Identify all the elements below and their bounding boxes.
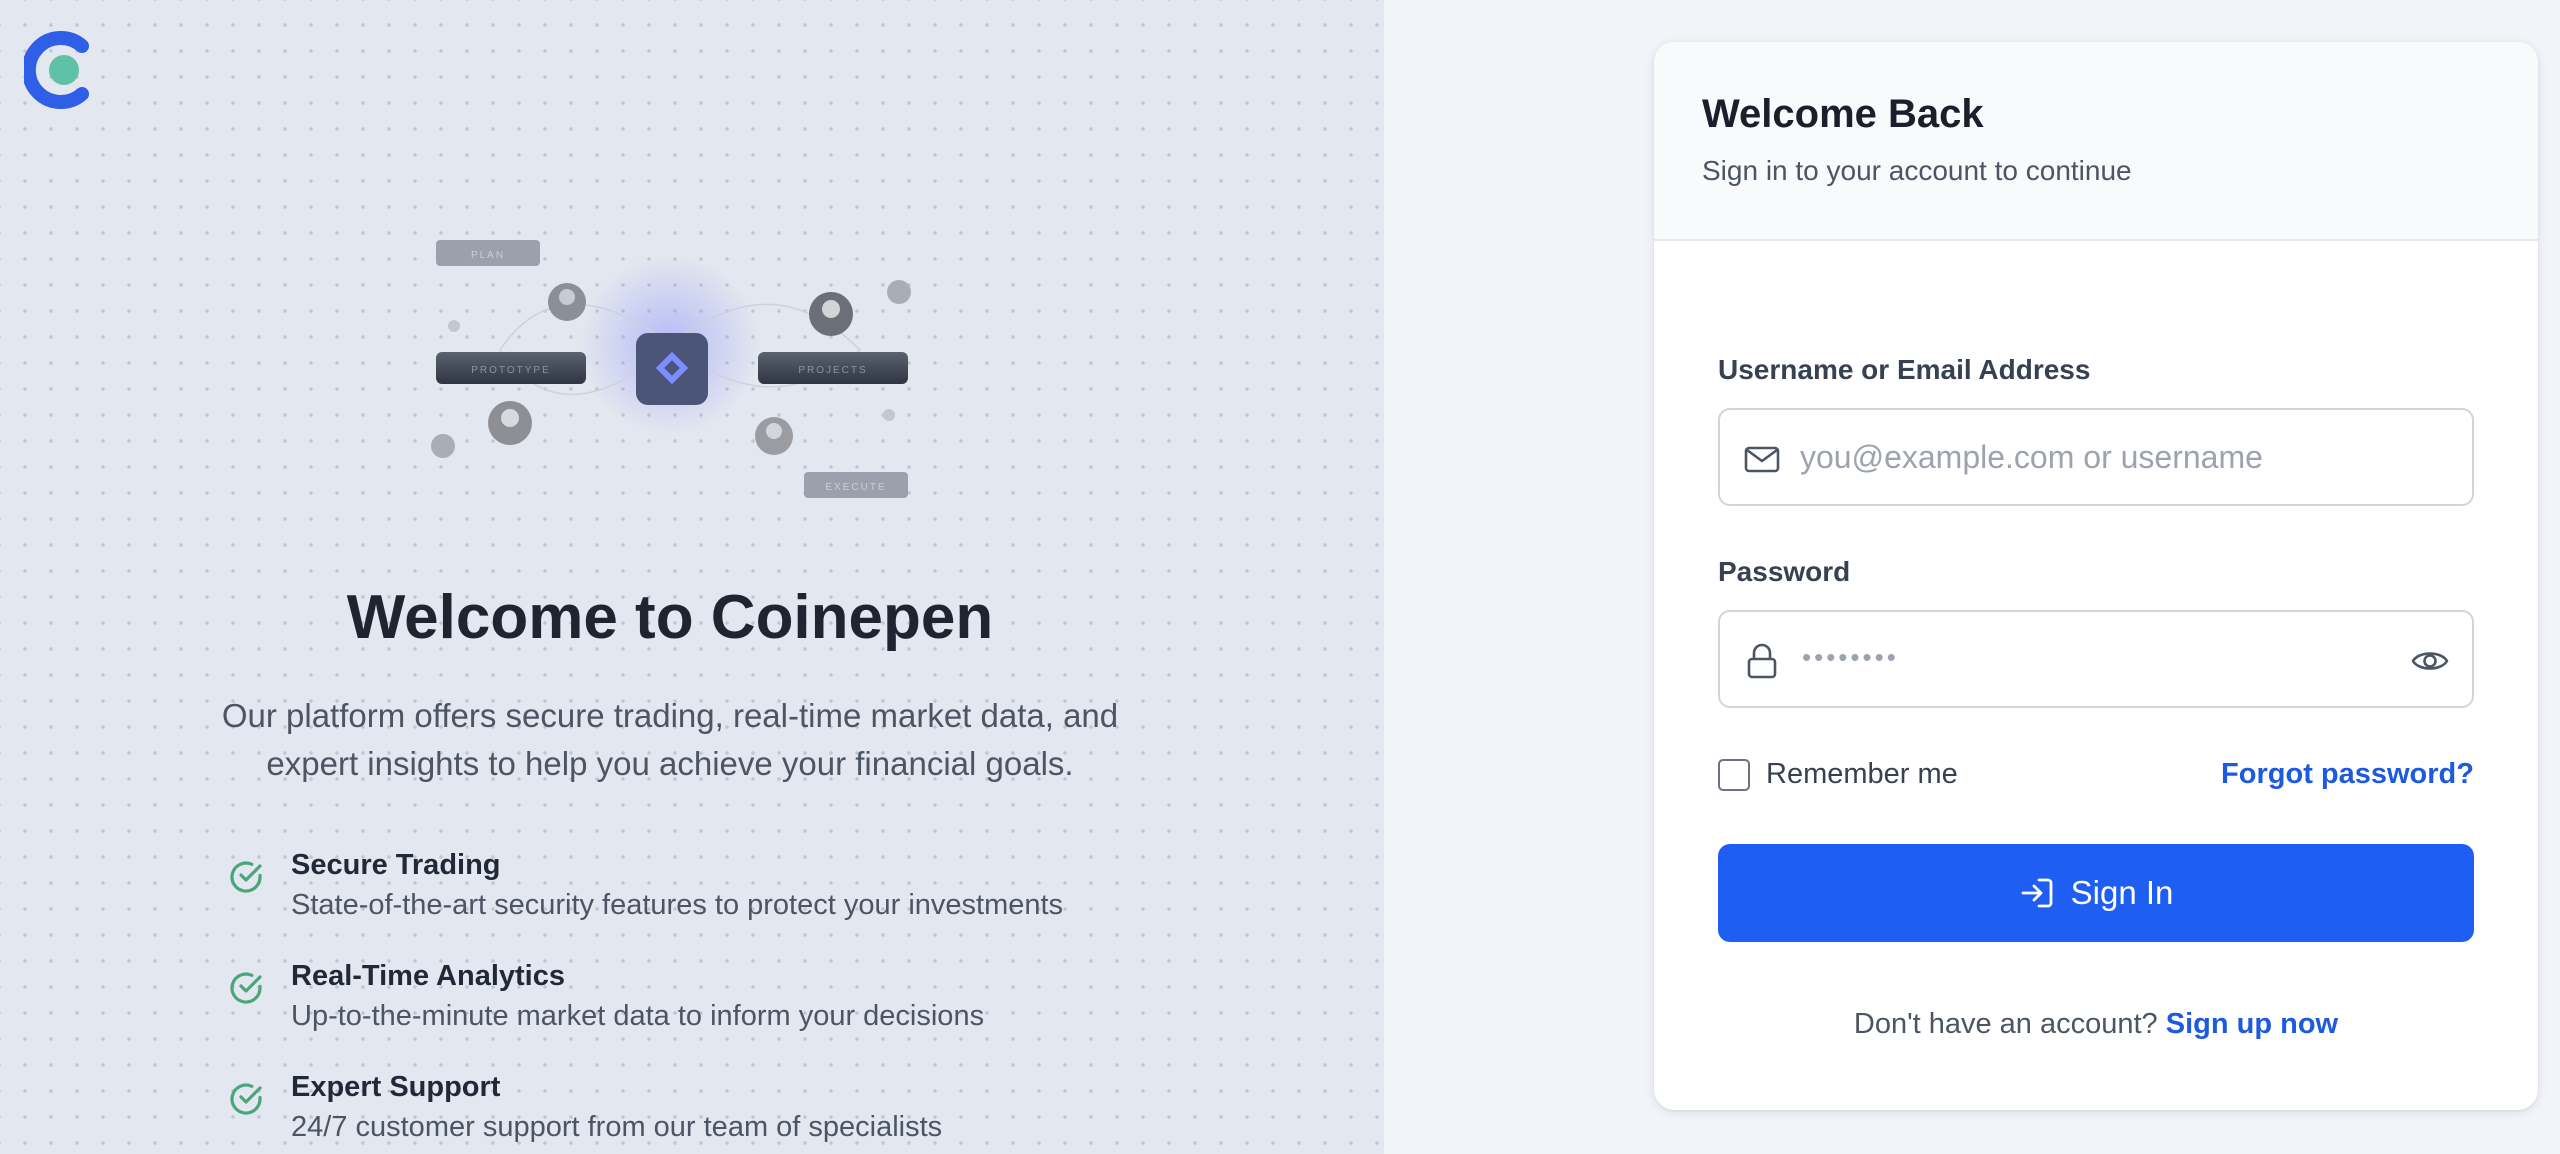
illus-label-prototype: PROTOTYPE: [471, 365, 551, 376]
feature-item-real-time-analytics: Real-Time Analytics Up-to-the-minute mar…: [226, 956, 1226, 1067]
feature-title: Expert Support: [291, 1071, 501, 1103]
illus-label-projects: PROJECTS: [798, 365, 867, 376]
login-title: Welcome Back: [1702, 92, 1984, 136]
feature-item-expert-support: Expert Support 24/7 customer support fro…: [226, 1067, 1226, 1154]
remember-me-checkbox[interactable]: [1718, 758, 1750, 791]
feature-description: 24/7 customer support from our team of s…: [291, 1111, 943, 1143]
check-circle-icon: [230, 972, 262, 1004]
feature-title: Secure Trading: [291, 849, 501, 881]
signup-prompt-text: Don't have an account?: [1853, 1008, 2158, 1040]
illus-label-execute: EXECUTE: [825, 482, 886, 493]
feature-list: Secure Trading State-of-the-art security…: [226, 845, 1226, 1154]
welcome-description: Our platform offers secure trading, real…: [221, 697, 1119, 782]
feature-title: Real-Time Analytics: [291, 960, 565, 992]
feature-item-secure-trading: Secure Trading State-of-the-art security…: [226, 845, 1226, 956]
eye-icon[interactable]: [2410, 641, 2450, 681]
remember-me-label[interactable]: Remember me: [1766, 758, 1958, 791]
password-mask: ••••••••: [1802, 642, 1899, 672]
username-label: Username or Email Address: [1718, 354, 2091, 385]
sign-in-icon: [2021, 878, 2053, 908]
forgot-password-link[interactable]: Forgot password?: [2221, 758, 2474, 791]
login-subtitle: Sign in to your account to continue: [1702, 155, 2132, 186]
welcome-title: Welcome to Coinepen: [346, 583, 994, 652]
mail-icon: [1744, 446, 1780, 473]
password-label: Password: [1718, 556, 1851, 587]
password-input[interactable]: ••••••••: [1718, 610, 2474, 708]
check-circle-icon: [230, 1083, 262, 1115]
remember-me[interactable]: Remember me: [1718, 758, 1958, 791]
login-card-header: Welcome Back Sign in to your account to …: [1654, 42, 2538, 241]
sign-up-link[interactable]: Sign up now: [2166, 1008, 2338, 1040]
signup-prompt: Don't have an account? Sign up now: [1654, 1008, 2538, 1041]
feature-description: Up-to-the-minute market data to inform y…: [291, 1000, 985, 1032]
login-card: Welcome Back Sign in to your account to …: [1654, 42, 2538, 1110]
username-input-wrapper[interactable]: [1718, 408, 2474, 506]
feature-description: State-of-the-art security features to pr…: [291, 889, 1064, 921]
workflow-illustration: PLAN PROTOTYPE PROJECTS EXECUTE: [431, 240, 911, 498]
lock-icon: [1747, 643, 1777, 679]
check-circle-icon: [230, 861, 262, 893]
sign-in-label: Sign In: [2070, 874, 2174, 911]
welcome-panel: PLAN PROTOTYPE PROJECTS EXECUTE Welcome …: [0, 0, 1384, 1154]
illus-label-plan: PLAN: [471, 250, 505, 261]
username-input[interactable]: [1800, 410, 2392, 504]
coinepen-logo-icon[interactable]: [24, 30, 96, 110]
sign-in-button[interactable]: Sign In: [1718, 844, 2474, 942]
